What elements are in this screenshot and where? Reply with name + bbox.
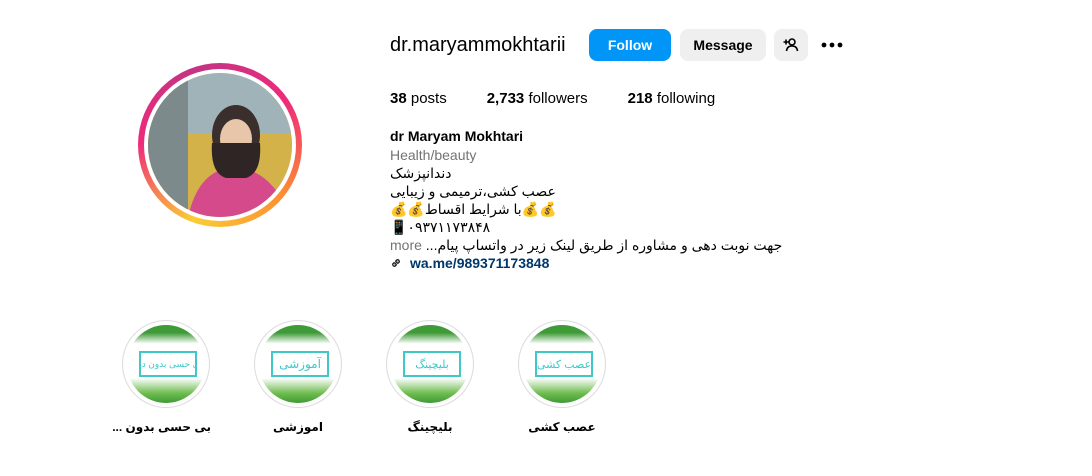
highlight-label: عصب کشی [528,420,596,434]
highlight-label: بلیچینگ [407,420,453,434]
highlight-label: بی حسی بدون ... [112,420,211,434]
profile-category: Health/beauty [390,147,477,163]
followers-label: followers [528,90,588,107]
link-icon [392,259,400,267]
bio-line: دندانپزشک [390,165,452,181]
bio-link-text[interactable]: wa.me/989371173848 [410,255,549,271]
avatar-photo [148,73,292,217]
highlight-cover: بی حسی بدون درد [127,325,205,403]
bio-external-link[interactable]: wa.me/989371173848 [390,255,549,271]
story-highlight[interactable]: آموزشی اموزشی [253,320,343,434]
highlight-cover-ring: بی حسی بدون درد [122,320,210,408]
following-count: 218 [627,90,653,107]
highlight-cover: بلیچینگ [391,325,469,403]
posts-stat: 38 posts [390,90,447,107]
follow-button[interactable]: Follow [589,29,671,61]
profile-stats: 38 posts 2,733 followers 218 following [390,90,755,107]
suggest-user-button[interactable] [774,29,808,61]
avatar-border [144,69,296,221]
following-stat[interactable]: 218 following [628,90,716,107]
highlight-cover: عصب کشی [523,325,601,403]
followers-stat[interactable]: 2,733 followers [487,90,588,107]
bio-line: 💰💰با شرایط اقساط💰💰 [390,201,557,217]
posts-label: posts [410,90,447,107]
bio-line: عصب کشی،ترمیمی و زیبایی [390,183,556,199]
bio-line-truncated: جهت نوبت دهی و مشاوره از طریق لینک زیر د… [390,237,782,254]
bio-more-link[interactable]: more [390,237,422,253]
bio-line: 📱۰۹۳۷۱۱۷۳۸۴۸ [390,219,491,235]
highlight-cover-ring: بلیچینگ [386,320,474,408]
posts-count: 38 [390,90,407,107]
avatar[interactable] [148,73,292,217]
more-options-icon[interactable] [820,34,844,56]
person-add-icon [783,38,799,52]
followers-count: 2,733 [486,90,525,107]
highlight-label: اموزشی [273,420,323,434]
highlight-cover-text: آموزشی [271,351,329,377]
highlight-cover-text: عصب کشی [535,351,593,377]
story-highlight[interactable]: عصب کشی عصب کشی [517,320,607,434]
story-highlight[interactable]: بی حسی بدون درد بی حسی بدون ... [112,320,211,434]
highlight-cover: آموزشی [259,325,337,403]
highlight-cover-ring: عصب کشی [518,320,606,408]
story-highlight[interactable]: بلیچینگ بلیچینگ [385,320,475,434]
highlight-cover-text: بلیچینگ [403,351,461,377]
message-button[interactable]: Message [680,29,766,61]
profile-username: dr.maryammokhtarii [390,34,566,56]
highlight-cover-text: بی حسی بدون درد [139,351,197,377]
following-label: following [656,90,716,107]
highlight-cover-ring: آموزشی [254,320,342,408]
profile-avatar-ring[interactable] [138,63,302,227]
bio-line-text: جهت نوبت دهی و مشاوره از طریق لینک زیر د… [425,237,783,253]
profile-full-name: dr Maryam Mokhtari [390,128,524,144]
